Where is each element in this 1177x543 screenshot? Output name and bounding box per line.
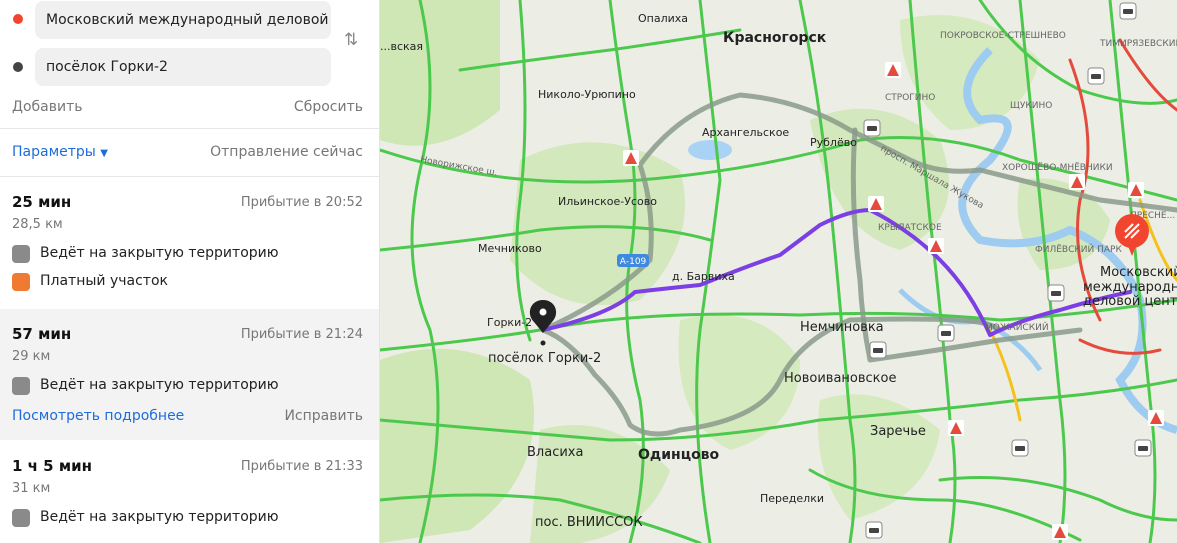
place-label: Переделки [760, 492, 824, 505]
roadwork-sign-icon[interactable] [885, 62, 901, 78]
params-label: Параметры [12, 144, 96, 160]
incident-car-icon[interactable] [1119, 2, 1137, 20]
roadwork-sign-icon[interactable] [623, 150, 639, 166]
incident-car-icon[interactable] [937, 324, 955, 342]
route-duration: 25 мин [12, 193, 72, 211]
route-distance: 31 км [12, 481, 51, 496]
district-label: МОЖАЙСКИЙ [985, 321, 1049, 333]
destination-label: международн... [1083, 280, 1177, 295]
place-label: Рублёво [810, 136, 857, 149]
place-label: Горки-2 [487, 316, 532, 329]
incident-car-icon[interactable] [863, 119, 881, 137]
destination-label: Московский [1100, 265, 1177, 280]
incident-car-icon[interactable] [865, 521, 883, 539]
incident-car-icon[interactable] [869, 341, 887, 359]
district-label: ЩУКИНО [1010, 101, 1052, 111]
depart-time-button[interactable]: Отправление сейчас [210, 144, 363, 160]
end-point-icon [13, 62, 23, 72]
divider [0, 128, 379, 129]
place-label: Красногорск [723, 30, 827, 46]
place-label: Немчиновка [800, 320, 884, 335]
route-option-2[interactable]: 57 мин Прибытие в 21:24 29 км Ведёт на з… [0, 309, 379, 440]
params-button[interactable]: Параметры ▼ [12, 144, 108, 160]
chevron-down-icon: ▼ [100, 148, 108, 159]
details-link[interactable]: Посмотреть подробнее [12, 408, 184, 424]
district-label: ХОРОШЁВО-МНЁВНИКИ [1002, 162, 1113, 173]
route-panel: Московский международный деловой ... пос… [0, 0, 380, 543]
swap-icon[interactable]: ⇅ [344, 30, 358, 50]
route-duration: 57 мин [12, 325, 72, 343]
place-label: Опалиха [638, 12, 688, 25]
roadwork-sign-icon[interactable] [1069, 174, 1085, 190]
fix-link[interactable]: Исправить [284, 408, 363, 424]
reset-button[interactable]: Сбросить [294, 99, 363, 115]
place-label: Мечниково [478, 242, 542, 255]
roadwork-sign-icon[interactable] [868, 196, 884, 212]
route-note: Платный участок [40, 273, 168, 289]
incident-car-icon[interactable] [1047, 284, 1065, 302]
place-label: Ильинское-Усово [558, 195, 657, 208]
place-label: Николо-Урюпино [538, 88, 636, 101]
route-duration: 1 ч 5 мин [12, 457, 92, 475]
roadwork-sign-icon[interactable] [1052, 524, 1068, 540]
route-arrival: Прибытие в 20:52 [240, 195, 363, 210]
incident-car-icon[interactable] [1087, 67, 1105, 85]
map-terrain [380, 0, 1177, 543]
place-label: Заречье [870, 424, 926, 439]
district-label: ТИМИРЯЗЕВСКИЙ [1099, 37, 1177, 49]
place-label: посёлок Горки-2 [488, 351, 601, 366]
district-label: ПОКРОВСКОЕ-СТРЕШНЕВО [940, 31, 1066, 41]
place-label: Одинцово [638, 447, 720, 463]
route-note: Ведёт на закрытую территорию [40, 509, 279, 525]
map-view[interactable]: А-109 Новорижское ш. просп. Маршала Жуко… [380, 0, 1177, 543]
to-field[interactable]: посёлок Горки-2 [35, 48, 331, 86]
place-label: д. Барвиха [672, 270, 735, 283]
route-distance: 28,5 км [12, 217, 63, 232]
roadwork-sign-icon[interactable] [1148, 410, 1164, 426]
highway-label: А-109 [620, 257, 647, 267]
from-field[interactable]: Московский международный деловой ... [35, 1, 331, 39]
route-note: Ведёт на закрытую территорию [40, 245, 279, 261]
place-label: ...вская [380, 40, 423, 53]
district-label: КРЫЛАТСКОЕ [878, 223, 942, 233]
destination-label: деловой цент... [1083, 294, 1177, 309]
place-label: Власиха [527, 445, 583, 460]
restricted-area-icon [12, 245, 30, 263]
district-label: ФИЛЁВСКИЙ ПАРК [1035, 243, 1122, 255]
incident-car-icon[interactable] [1011, 439, 1029, 457]
district-label: СТРОГИНО [885, 93, 935, 103]
place-label: Архангельское [702, 126, 789, 139]
route-distance: 29 км [12, 349, 51, 364]
place-label: пос. ВНИИССОК [535, 515, 643, 530]
restricted-area-icon [12, 509, 30, 527]
route-option-3[interactable]: 1 ч 5 мин Прибытие в 21:33 31 км Ведёт н… [0, 441, 379, 543]
roadwork-sign-icon[interactable] [948, 420, 964, 436]
start-point-icon [13, 14, 23, 24]
incident-car-icon[interactable] [1134, 439, 1152, 457]
route-note: Ведёт на закрытую территорию [40, 377, 279, 393]
place-label: Новоивановское [784, 371, 897, 386]
route-arrival: Прибытие в 21:33 [240, 459, 363, 474]
route-option-1[interactable]: 25 мин Прибытие в 20:52 28,5 км Ведёт на… [0, 177, 379, 308]
roadwork-sign-icon[interactable] [1128, 182, 1144, 198]
toll-icon [12, 273, 30, 291]
restricted-area-icon [12, 377, 30, 395]
add-point-button[interactable]: Добавить [12, 99, 82, 115]
route-arrival: Прибытие в 21:24 [240, 327, 363, 342]
map-canvas[interactable]: А-109 Новорижское ш. просп. Маршала Жуко… [380, 0, 1177, 543]
roadwork-sign-icon[interactable] [928, 238, 944, 254]
